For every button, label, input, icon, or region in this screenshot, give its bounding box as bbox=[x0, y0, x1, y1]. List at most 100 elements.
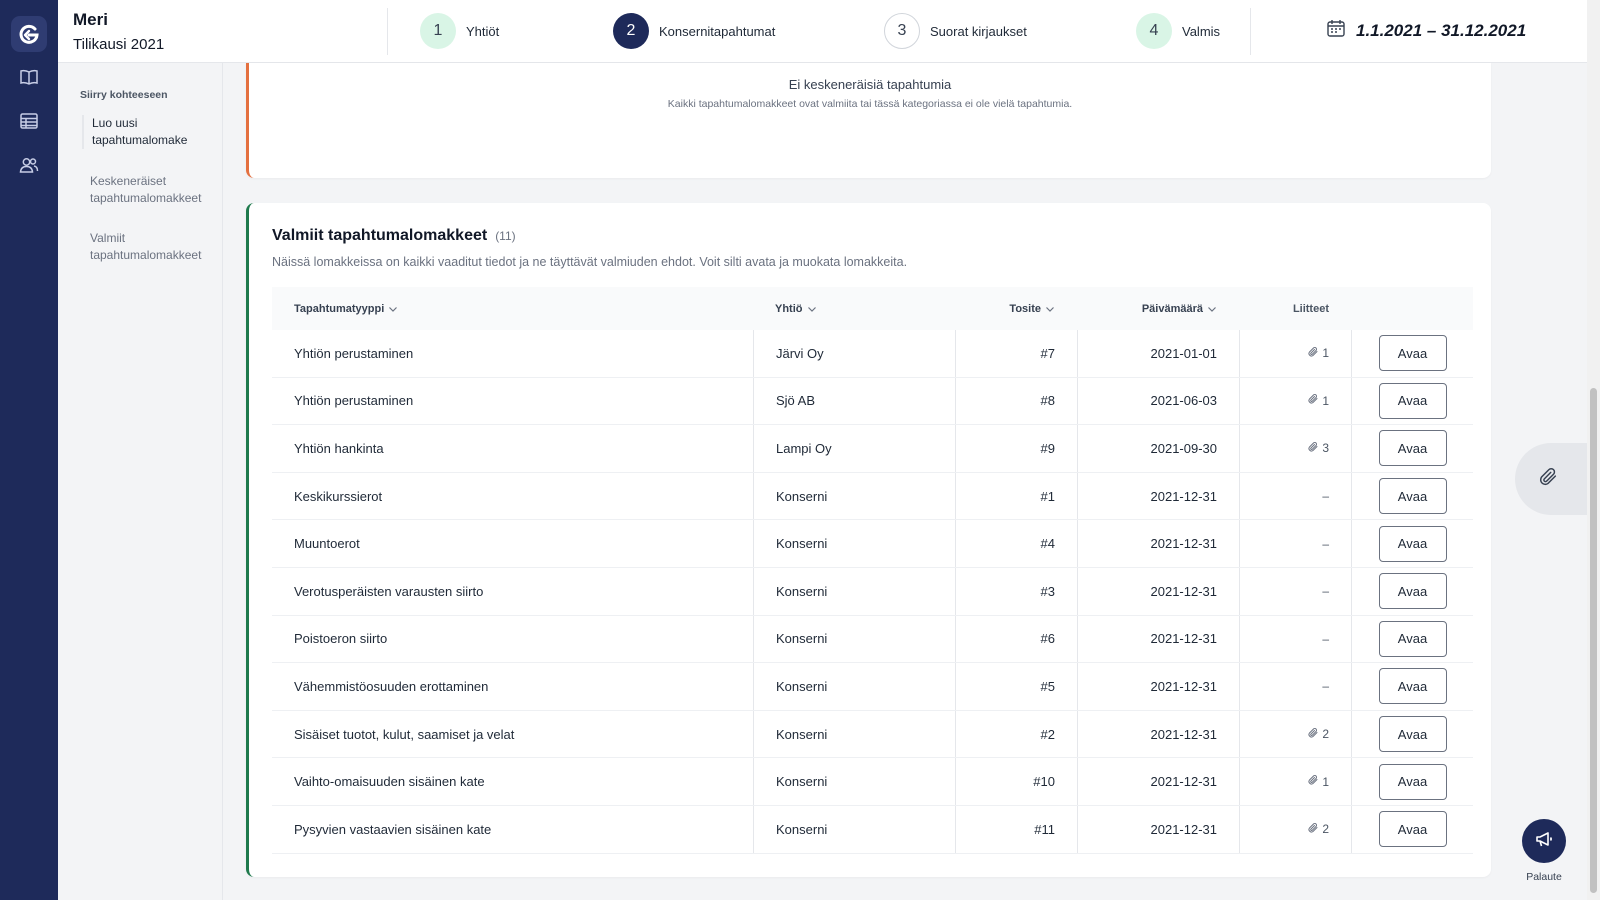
cell-company: Konserni bbox=[753, 567, 955, 615]
header-divider bbox=[387, 8, 388, 55]
attachment-count: – bbox=[1322, 632, 1329, 646]
company-info: Meri Tilikausi 2021 bbox=[73, 10, 164, 53]
attachment-count-value: 1 bbox=[1322, 393, 1329, 408]
cell-date: 2021-12-31 bbox=[1077, 615, 1239, 663]
cell-event-type: Keskikurssierot bbox=[294, 488, 383, 504]
empty-state-subtitle: Kaikki tapahtumalomakkeet ovat valmiita … bbox=[667, 98, 1073, 110]
cell-attachments: – bbox=[1239, 663, 1351, 710]
nav-incomplete-forms[interactable]: Keskeneräiset tapahtumalomakkeet bbox=[82, 173, 218, 207]
paperclip-icon bbox=[1307, 441, 1322, 456]
attachment-count: – bbox=[1322, 679, 1329, 693]
open-button[interactable]: Avaa bbox=[1378, 573, 1447, 610]
table-row: Yhtiön perustaminen Sjö AB #8 2021-06-03 1 Av… bbox=[272, 377, 1473, 426]
attachment-count[interactable]: 1 bbox=[1307, 774, 1329, 789]
nav-completed-forms[interactable]: Valmiit tapahtumalomakkeet bbox=[82, 230, 218, 264]
table-body: Yhtiön perustaminen Järvi Oy #7 2021-01-01 1… bbox=[272, 330, 1473, 854]
table-row: Verotusperäisten varausten siirto Konsern… bbox=[272, 567, 1473, 616]
attachments-panel-toggle[interactable] bbox=[1515, 443, 1587, 515]
column-header-date[interactable]: Päivämäärä bbox=[1077, 287, 1239, 330]
table-icon[interactable] bbox=[17, 109, 41, 133]
cell-event-type: Sisäiset tuotot, kulut, saamiset ja vela… bbox=[294, 726, 515, 742]
column-header-type[interactable]: Tapahtumatyyppi bbox=[272, 287, 753, 330]
attachment-count-value: 1 bbox=[1322, 774, 1329, 789]
column-header-voucher[interactable]: Tosite bbox=[955, 287, 1077, 330]
nav-create-event-form[interactable]: Luo uusi tapahtumalomake bbox=[82, 115, 218, 149]
step-number: 4 bbox=[1136, 13, 1172, 49]
users-icon[interactable] bbox=[17, 153, 41, 177]
calendar-icon bbox=[1326, 18, 1346, 43]
attachment-count[interactable]: 2 bbox=[1307, 822, 1329, 837]
logo-icon[interactable] bbox=[11, 16, 47, 52]
table-row: Vaihto-omaisuuden sisäinen kate Konserni #… bbox=[272, 758, 1473, 806]
attachment-count[interactable]: 1 bbox=[1307, 393, 1329, 408]
cell-voucher: #10 bbox=[955, 758, 1077, 805]
open-button[interactable]: Avaa bbox=[1378, 335, 1447, 372]
cell-attachments: 1 bbox=[1239, 758, 1351, 805]
open-button[interactable]: Avaa bbox=[1378, 430, 1447, 467]
section-count: (11) bbox=[495, 229, 516, 243]
cell-event-type: Yhtiön hankinta bbox=[294, 440, 384, 456]
date-range[interactable]: 1.1.2021 – 31.12.2021 bbox=[1326, 18, 1526, 43]
cell-event-type: Muuntoerot bbox=[294, 536, 360, 552]
cell-event-type: Yhtiön perustaminen bbox=[294, 393, 414, 409]
open-button[interactable]: Avaa bbox=[1378, 763, 1447, 800]
cell-voucher: #3 bbox=[955, 567, 1077, 615]
cell-attachments: 1 bbox=[1239, 377, 1351, 425]
attachment-count[interactable]: 3 bbox=[1307, 441, 1329, 456]
chevron-down-icon bbox=[1207, 304, 1217, 314]
feedback-button[interactable] bbox=[1522, 819, 1566, 863]
cell-actions: Avaa bbox=[1351, 615, 1473, 663]
attachment-count[interactable]: 2 bbox=[1307, 727, 1329, 742]
table-row: Yhtiön hankinta Lampi Oy #9 2021-09-30 3 Avaa bbox=[272, 425, 1473, 473]
cell-date: 2021-12-31 bbox=[1077, 758, 1239, 805]
open-button[interactable]: Avaa bbox=[1378, 382, 1447, 419]
attachment-count[interactable]: 1 bbox=[1307, 346, 1329, 361]
attachment-count: – bbox=[1322, 489, 1329, 503]
table-row: Pysyvien vastaavien sisäinen kate Konsern… bbox=[272, 805, 1473, 854]
open-button[interactable]: Avaa bbox=[1378, 668, 1447, 705]
column-header-attachments: Liitteet bbox=[1239, 287, 1351, 330]
jump-to-title: Siirry kohteeseen bbox=[80, 89, 168, 101]
step-companies[interactable]: 1 Yhtiöt bbox=[420, 12, 499, 50]
cell-date: 2021-01-01 bbox=[1077, 330, 1239, 377]
feedback-label: Palaute bbox=[1526, 871, 1562, 883]
table-header: Tapahtumatyyppi Yhtiö Tosite Päivämäärä … bbox=[272, 287, 1473, 330]
cell-attachments: – bbox=[1239, 472, 1351, 520]
section-title-text: Valmiit tapahtumalomakkeet bbox=[272, 227, 488, 244]
book-icon[interactable] bbox=[17, 65, 41, 89]
cell-actions: Avaa bbox=[1351, 758, 1473, 805]
step-direct-entries[interactable]: 3 Suorat kirjaukset bbox=[884, 12, 1027, 50]
attachment-count-value: – bbox=[1322, 536, 1329, 551]
open-button[interactable]: Avaa bbox=[1378, 478, 1447, 515]
attachment-count-value: – bbox=[1322, 489, 1329, 504]
attachment-count-value: – bbox=[1322, 631, 1329, 646]
cell-company: Järvi Oy bbox=[753, 330, 955, 377]
column-label: Yhtiö bbox=[775, 302, 803, 315]
open-button[interactable]: Avaa bbox=[1378, 525, 1447, 562]
cell-company: Konserni bbox=[753, 520, 955, 567]
step-number: 3 bbox=[884, 13, 920, 49]
step-ready[interactable]: 4 Valmis bbox=[1136, 12, 1220, 50]
open-button[interactable]: Avaa bbox=[1378, 620, 1447, 657]
cell-event-type: Poistoeron siirto bbox=[294, 631, 388, 647]
cell-actions: Avaa bbox=[1351, 805, 1473, 853]
page-scrollbar-thumb[interactable] bbox=[1590, 388, 1597, 893]
cell-voucher: #2 bbox=[955, 710, 1077, 758]
open-button[interactable]: Avaa bbox=[1378, 811, 1447, 848]
top-header: Meri Tilikausi 2021 1 Yhtiöt 2 Konsernit… bbox=[58, 0, 1587, 63]
attachment-count: – bbox=[1322, 584, 1329, 598]
table-row: Poistoeron siirto Konserni #6 2021-12-31 – Av… bbox=[272, 615, 1473, 664]
open-button[interactable]: Avaa bbox=[1378, 716, 1447, 753]
cell-attachments: 2 bbox=[1239, 805, 1351, 853]
step-group-events[interactable]: 2 Konsernitapahtumat bbox=[613, 12, 775, 50]
column-header-company[interactable]: Yhtiö bbox=[753, 287, 955, 330]
cell-event-type: Vaihto-omaisuuden sisäinen kate bbox=[294, 774, 485, 790]
cell-event-type: Vähemmistöosuuden erottaminen bbox=[294, 678, 489, 694]
attachment-count-value: 2 bbox=[1322, 727, 1329, 742]
cell-company: Konserni bbox=[753, 805, 955, 853]
paperclip-icon bbox=[1537, 466, 1559, 493]
cell-attachments: – bbox=[1239, 520, 1351, 567]
cell-date: 2021-06-03 bbox=[1077, 377, 1239, 425]
cell-company: Konserni bbox=[753, 615, 955, 663]
column-label: Liitteet bbox=[1292, 302, 1329, 315]
